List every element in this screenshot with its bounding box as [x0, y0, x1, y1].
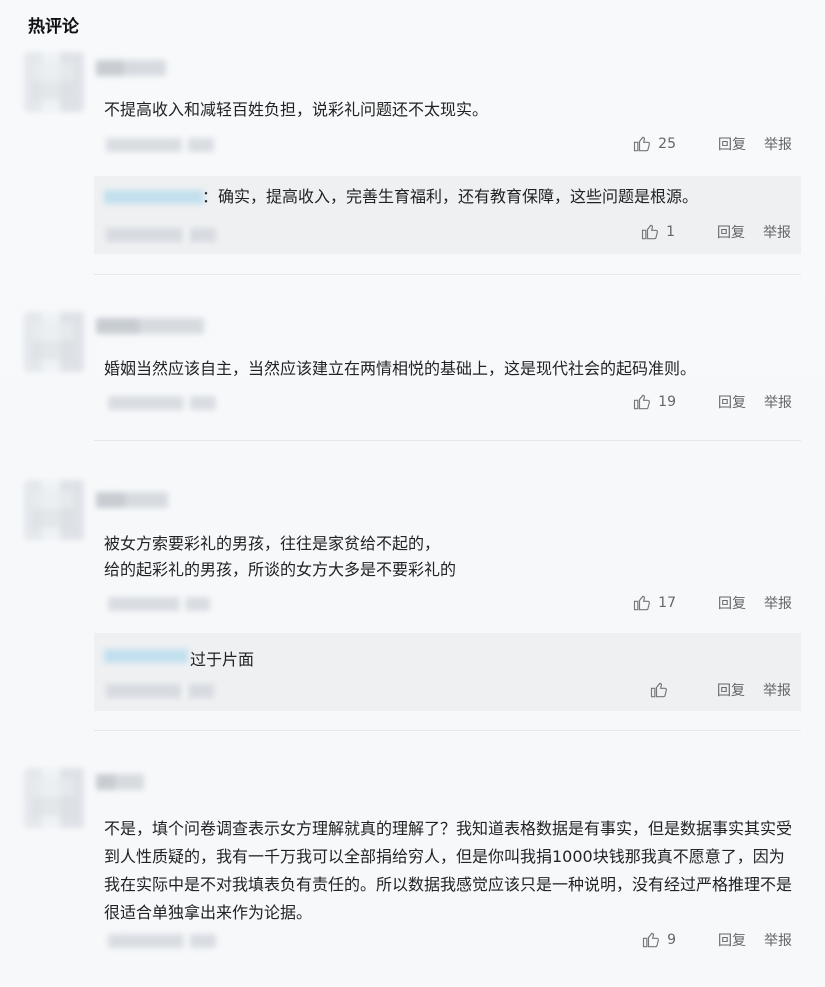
like-count: 1 — [666, 224, 675, 240]
comment-text: 不是，填个问卷调查表示女方理解就真的理解了？我知道表格数据是有事实，但是数据事实… — [104, 819, 793, 922]
comment-text: 不提高收入和减轻百姓负担，说彩礼问题还不太现实。 — [104, 100, 489, 119]
like-count: 9 — [667, 932, 676, 948]
report-button[interactable]: 举报 — [763, 680, 791, 700]
comment-actions: 19 回复 举报 — [632, 392, 792, 412]
comment-actions: 9 回复 举报 — [641, 930, 792, 950]
comment-actions: 25 回复 举报 — [632, 134, 792, 154]
thumbs-up-icon — [650, 682, 667, 698]
report-button[interactable]: 举报 — [764, 593, 792, 613]
report-button[interactable]: 举报 — [763, 222, 791, 242]
reply-button[interactable]: 回复 — [718, 593, 746, 613]
avatar[interactable] — [24, 312, 84, 372]
report-button[interactable]: 举报 — [764, 930, 792, 950]
comment-meta-blurred — [108, 934, 216, 948]
like-button[interactable]: 25 — [632, 134, 676, 154]
reply-button[interactable]: 回复 — [718, 392, 746, 412]
avatar[interactable] — [24, 768, 84, 828]
thumbs-up-icon — [634, 394, 651, 410]
reply-box: 过于片面 回复 举报 — [94, 633, 801, 711]
like-button[interactable]: 19 — [632, 392, 676, 412]
like-count: 25 — [658, 136, 676, 152]
reply-button[interactable]: 回复 — [718, 930, 746, 950]
reply-text: 过于片面 — [190, 650, 255, 669]
reply-meta-blurred — [106, 228, 216, 242]
reply-actions: 1 回复 举报 — [640, 222, 791, 242]
thumbs-up-icon — [634, 136, 651, 152]
reply-button[interactable]: 回复 — [717, 222, 745, 242]
reply-button[interactable]: 回复 — [717, 680, 745, 700]
thumbs-up-icon — [641, 224, 659, 240]
reply-box: ：确实，提高收入，完善生育福利，还有教育保障，这些问题是根源。 1 回复 举报 — [94, 176, 801, 254]
section-title: 热评论 — [28, 17, 79, 37]
report-button[interactable]: 举报 — [764, 134, 792, 154]
like-button[interactable]: 9 — [641, 930, 676, 950]
thumbs-up-icon — [642, 932, 660, 948]
divider — [94, 274, 801, 275]
reply-meta-blurred — [106, 684, 214, 698]
comment-meta-blurred — [106, 138, 214, 152]
username-blurred[interactable] — [96, 60, 166, 76]
reply-username-blurred[interactable] — [104, 190, 204, 204]
comment-text: 被女方索要彩礼的男孩，往往是家贫给不起的， 给的起彩礼的男孩，所谈的女方大多是不… — [104, 534, 457, 579]
reply-actions: 回复 举报 — [649, 680, 791, 700]
thumbs-up-icon — [634, 595, 651, 611]
avatar[interactable] — [24, 480, 84, 540]
divider — [94, 730, 801, 731]
reply-button[interactable]: 回复 — [718, 134, 746, 154]
comment-text: 婚姻当然应该自主，当然应该建立在两情相悦的基础上，这是现代社会的起码准则。 — [104, 359, 697, 378]
avatar[interactable] — [24, 52, 84, 112]
like-count: 19 — [658, 394, 676, 410]
username-blurred[interactable] — [96, 318, 204, 334]
reply-text: ：确实，提高收入，完善生育福利，还有教育保障，这些问题是根源。 — [202, 187, 699, 206]
comment-meta-blurred — [108, 597, 210, 611]
report-button[interactable]: 举报 — [764, 392, 792, 412]
like-button[interactable] — [649, 680, 675, 700]
reply-username-blurred[interactable] — [104, 649, 188, 663]
username-blurred[interactable] — [96, 774, 144, 790]
divider — [94, 440, 801, 441]
username-blurred[interactable] — [96, 492, 168, 508]
like-button[interactable]: 1 — [640, 222, 675, 242]
comment-meta-blurred — [108, 396, 216, 410]
comment-actions: 17 回复 举报 — [632, 593, 792, 613]
like-count: 17 — [658, 595, 676, 611]
like-button[interactable]: 17 — [632, 593, 676, 613]
